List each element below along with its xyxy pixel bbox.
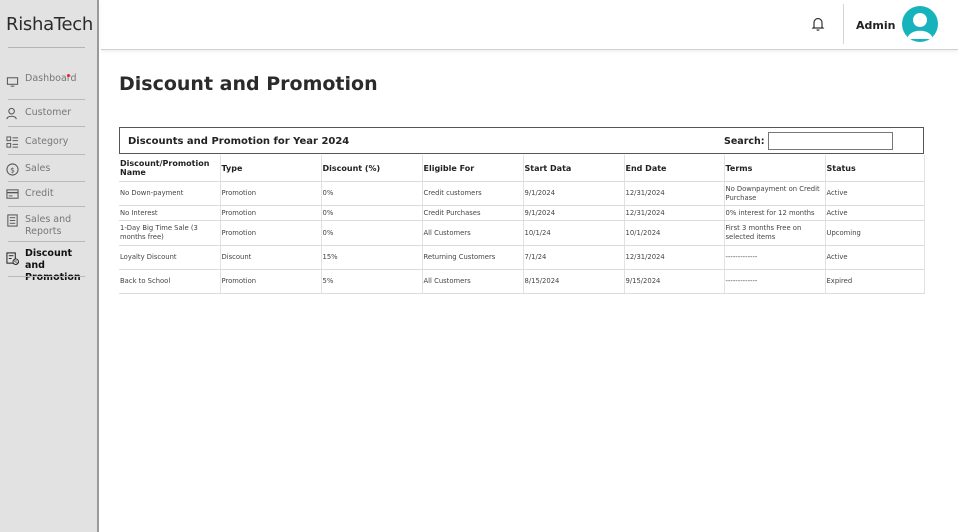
table-cell: 10/1/2024 <box>623 220 724 246</box>
table-cell: Loyalty Discount <box>119 245 220 270</box>
table-row[interactable]: No Down-payment Promotion 0% Credit cust… <box>119 181 925 206</box>
sidebar-item-label: Discount and Promotion <box>25 248 81 283</box>
column-header: Terms <box>723 155 825 182</box>
sidebar: RishaTech Dashboard Customer Category $ <box>0 0 99 532</box>
divider <box>8 99 85 100</box>
table-cell: 10/1/24 <box>522 220 624 246</box>
table-row[interactable]: No Interest Promotion 0% Credit Purchase… <box>119 205 925 221</box>
user-avatar-icon <box>907 13 933 39</box>
monitor-icon <box>6 77 19 87</box>
column-header: Start Data <box>522 155 624 182</box>
table-cell: Back to School <box>119 269 220 294</box>
table-cell: Credit customers <box>421 181 523 206</box>
page-title: Discount and Promotion <box>119 73 378 95</box>
table-cell: 15% <box>320 245 422 270</box>
table-row[interactable]: Loyalty Discount Discount 15% Returning … <box>119 245 925 270</box>
divider <box>8 126 85 127</box>
promotions-table: Discount/Promotion Name Type Discount (%… <box>119 155 925 294</box>
sidebar-item-label: Sales <box>25 163 51 174</box>
panel-title: Discounts and Promotion for Year 2024 <box>128 136 350 147</box>
sidebar-item-label: Customer <box>25 107 72 118</box>
table-cell: Promotion <box>219 205 321 221</box>
table-cell: 9/1/2024 <box>522 205 624 221</box>
notification-dot <box>67 74 70 77</box>
table-cell: Promotion <box>219 220 321 246</box>
brand-logo: RishaTech <box>6 14 93 35</box>
table-cell: 8/15/2024 <box>522 269 624 294</box>
divider <box>8 154 85 155</box>
report-icon <box>7 214 18 227</box>
table-cell: Active <box>824 205 925 221</box>
table-cell: 0% interest for 12 months <box>723 205 825 221</box>
divider <box>8 206 85 207</box>
table-cell: Returning Customers <box>421 245 523 270</box>
divider <box>8 276 85 277</box>
table-cell: 1-Day Big Time Sale (3 months free) <box>119 220 220 246</box>
column-header: Discount/Promotion Name <box>119 155 220 182</box>
search-label: Search: <box>724 136 765 147</box>
table-cell: 12/31/2024 <box>623 181 724 206</box>
table-cell: 0% <box>320 220 422 246</box>
table-row[interactable]: Back to School Promotion 5% All Customer… <box>119 269 925 294</box>
table-cell: Active <box>824 245 925 270</box>
top-bar: Admin <box>101 0 958 50</box>
sidebar-item-label: Sales and Reports <box>25 214 72 237</box>
table-cell: 5% <box>320 269 422 294</box>
promotions-panel-header: Discounts and Promotion for Year 2024 Se… <box>119 127 924 154</box>
column-header: Discount (%) <box>320 155 422 182</box>
table-cell: First 3 months Free on selected items <box>723 220 825 246</box>
divider <box>8 181 85 182</box>
discount-icon: % <box>6 252 19 265</box>
sidebar-item-label: Credit <box>25 188 54 199</box>
table-cell: All Customers <box>421 269 523 294</box>
table-cell: 7/1/24 <box>522 245 624 270</box>
user-icon <box>6 107 17 120</box>
admin-name[interactable]: Admin <box>856 19 895 32</box>
sidebar-item-label: Category <box>25 136 69 147</box>
table-cell: No Interest <box>119 205 220 221</box>
table-cell: 12/31/2024 <box>623 245 724 270</box>
column-header: Eligible For <box>421 155 523 182</box>
table-cell: No Down-payment <box>119 181 220 206</box>
avatar[interactable] <box>902 6 938 42</box>
divider <box>843 4 844 44</box>
table-cell: 0% <box>320 181 422 206</box>
column-header: Type <box>219 155 321 182</box>
dollar-icon: $ <box>6 163 19 176</box>
column-header: End Date <box>623 155 724 182</box>
svg-text:$: $ <box>10 165 15 174</box>
search-input[interactable] <box>768 132 893 150</box>
table-cell: Promotion <box>219 181 321 206</box>
table-cell: ------------- <box>723 245 825 270</box>
svg-text:%: % <box>14 259 18 264</box>
table-cell: No Downpayment on Credit Purchase <box>723 181 825 206</box>
sidebar-item-label: Dashboard <box>25 73 77 84</box>
table-cell: Upcoming <box>824 220 925 246</box>
table-header-row: Discount/Promotion Name Type Discount (%… <box>119 155 925 182</box>
table-row[interactable]: 1-Day Big Time Sale (3 months free) Prom… <box>119 220 925 246</box>
table-cell: 12/31/2024 <box>623 205 724 221</box>
category-icon <box>6 136 19 148</box>
table-cell: Credit Purchases <box>421 205 523 221</box>
column-header: Status <box>824 155 925 182</box>
table-cell: Discount <box>219 245 321 270</box>
table-cell: ------------- <box>723 269 825 294</box>
table-cell: 9/15/2024 <box>623 269 724 294</box>
table-cell: 9/1/2024 <box>522 181 624 206</box>
credit-card-icon <box>6 189 19 199</box>
table-cell: All Customers <box>421 220 523 246</box>
table-cell: 0% <box>320 205 422 221</box>
table-cell: Expired <box>824 269 925 294</box>
bell-icon[interactable] <box>811 16 825 32</box>
table-cell: Promotion <box>219 269 321 294</box>
table-cell: Active <box>824 181 925 206</box>
divider <box>8 241 85 242</box>
divider <box>8 47 85 48</box>
